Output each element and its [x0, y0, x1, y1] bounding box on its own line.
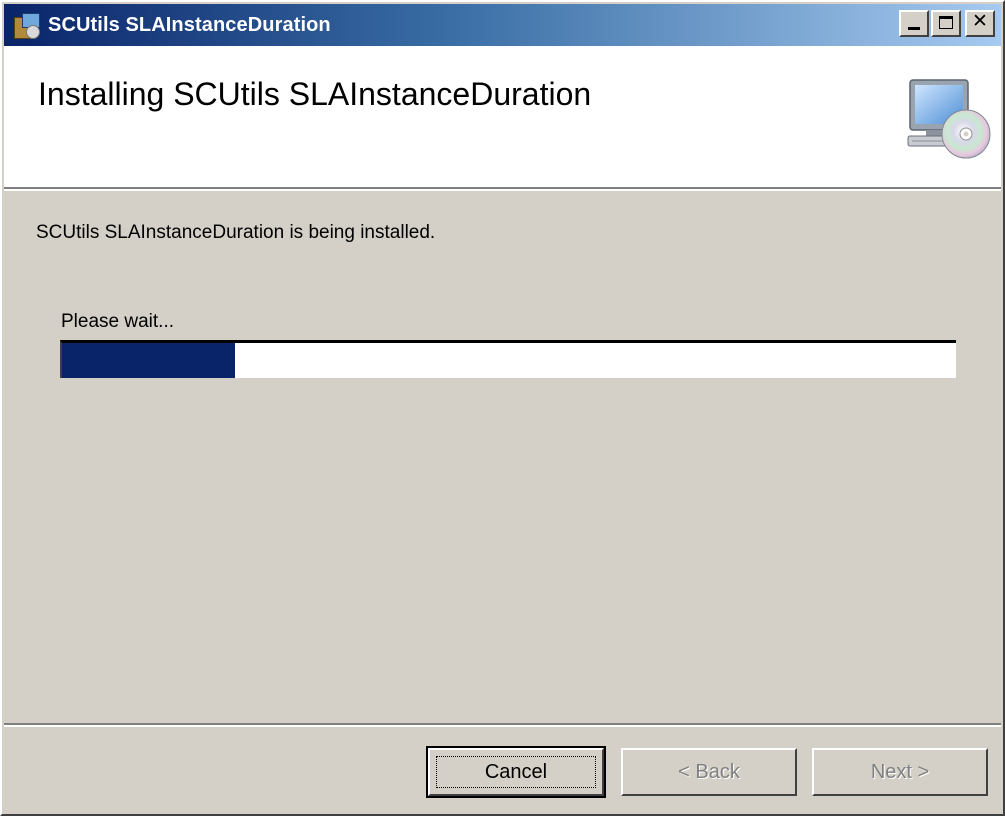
minimize-button[interactable]: [899, 10, 929, 37]
install-status-text: SCUtils SLAInstanceDuration is being ins…: [36, 222, 436, 243]
back-button-label: < Back: [678, 760, 740, 783]
page-title: Installing SCUtils SLAInstanceDuration: [38, 76, 592, 112]
next-button-label: Next >: [870, 760, 930, 783]
installer-window: SCUtils SLAInstanceDuration ✕ Installing…: [0, 0, 1005, 816]
cancel-button[interactable]: Cancel: [426, 746, 606, 798]
maximize-button[interactable]: [931, 10, 961, 37]
close-icon: ✕: [972, 10, 988, 32]
maximize-icon: [939, 16, 953, 29]
install-progress-bar: [60, 340, 956, 378]
next-button[interactable]: Next >: [812, 748, 988, 796]
progress-fill: [62, 343, 235, 378]
focus-ring: [436, 756, 596, 788]
back-button[interactable]: < Back: [621, 748, 797, 796]
title-bar[interactable]: SCUtils SLAInstanceDuration ✕: [4, 4, 1001, 46]
minimize-icon: [908, 27, 920, 30]
footer-divider-highlight: [4, 725, 1001, 727]
please-wait-label: Please wait...: [61, 311, 174, 332]
header-banner: Installing SCUtils SLAInstanceDuration: [4, 46, 1001, 187]
window-controls: ✕: [897, 10, 995, 37]
installer-app-icon[interactable]: [12, 11, 40, 39]
computer-cd-icon: [907, 79, 991, 159]
header-divider-highlight: [4, 189, 1001, 191]
window-title: SCUtils SLAInstanceDuration: [48, 13, 331, 36]
close-button[interactable]: ✕: [965, 10, 995, 37]
